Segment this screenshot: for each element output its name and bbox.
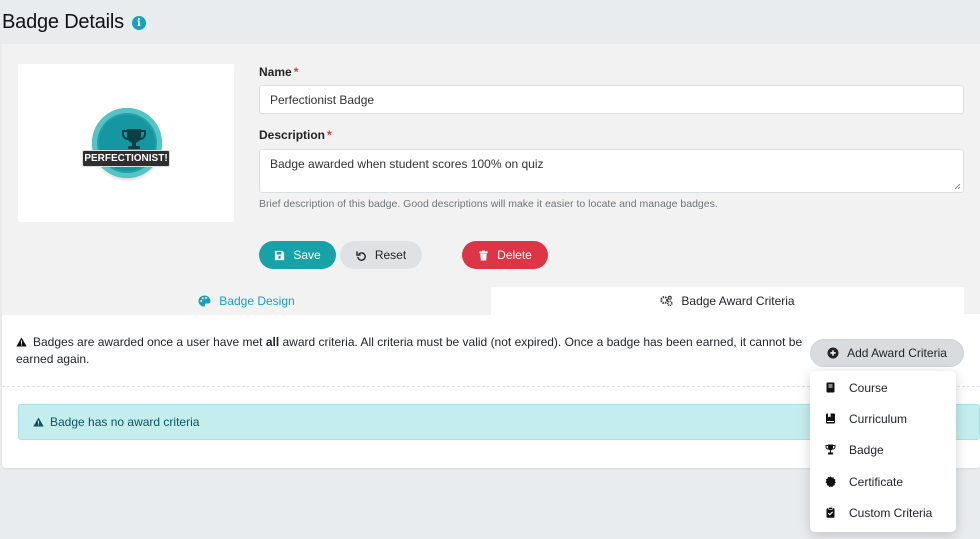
book-icon (826, 382, 835, 393)
menu-item-custom-criteria[interactable]: Custom Criteria (810, 497, 956, 528)
menu-item-label: Certificate (849, 474, 904, 489)
palette-icon (198, 295, 211, 307)
reset-label: Reset (374, 248, 407, 262)
save-button[interactable]: Save (259, 241, 336, 269)
criteria-notice: Badges are awarded once a user have met … (16, 335, 803, 366)
badge-medallion (92, 108, 162, 178)
certificate-icon (825, 476, 836, 487)
menu-item-certificate[interactable]: Certificate (810, 466, 956, 497)
tabs: Badge Design Badge Award Criteria (2, 287, 980, 315)
page-header: Badge Details i (2, 8, 146, 36)
trophy-icon (122, 129, 146, 149)
warning-icon (33, 417, 44, 427)
badge-ribbon: PERFECTIONIST! (82, 150, 170, 167)
delete-button[interactable]: Delete (462, 241, 548, 269)
menu-item-label: Custom Criteria (849, 505, 933, 520)
description-label: Description * (259, 128, 332, 142)
badge-image[interactable]: PERFECTIONIST! (18, 64, 234, 222)
info-icon[interactable]: i (131, 16, 146, 30)
reset-button[interactable]: Reset (340, 241, 422, 269)
menu-item-badge[interactable]: Badge (810, 434, 956, 465)
trophy-icon (825, 444, 836, 455)
page-title: Badge Details (2, 10, 124, 33)
add-button-label: Add Award Criteria (847, 346, 947, 360)
plus-circle-icon (827, 347, 839, 359)
add-award-criteria-button[interactable]: Add Award Criteria (810, 339, 964, 367)
description-help: Brief description of this badge. Good de… (259, 198, 718, 210)
tab-badge-award-criteria[interactable]: Badge Award Criteria (491, 287, 964, 315)
tab-badge-design[interactable]: Badge Design (2, 287, 491, 315)
delete-label: Delete (497, 248, 532, 262)
warning-icon (16, 337, 27, 347)
menu-item-label: Badge (849, 442, 884, 457)
alert-text: Badge has no award criteria (50, 415, 200, 429)
gears-icon (660, 295, 673, 307)
tab-label: Badge Design (219, 294, 295, 308)
tab-label: Badge Award Criteria (681, 294, 795, 308)
menu-item-label: Curriculum (849, 411, 908, 426)
trash-icon (479, 249, 488, 261)
menu-item-label: Course (849, 380, 888, 395)
description-textarea[interactable]: Badge awarded when student scores 100% o… (259, 149, 964, 193)
save-icon (275, 250, 285, 260)
clipboard-check-icon (826, 507, 835, 518)
menu-item-curriculum[interactable]: Curriculum (810, 403, 956, 434)
resize-grip-icon[interactable] (954, 183, 961, 190)
name-input[interactable]: Perfectionist Badge (259, 85, 964, 114)
required-marker: * (327, 128, 332, 142)
required-marker: * (293, 65, 299, 79)
book-bookmark-icon (826, 413, 835, 424)
description-value: Badge awarded when student scores 100% o… (270, 157, 544, 171)
criteria-dropdown-menu: Course Curriculum Badge Certificate Cust… (810, 371, 956, 532)
menu-item-course[interactable]: Course (810, 372, 956, 403)
undo-icon (356, 250, 366, 261)
save-label: Save (293, 248, 321, 262)
name-label: Name * (259, 65, 299, 79)
